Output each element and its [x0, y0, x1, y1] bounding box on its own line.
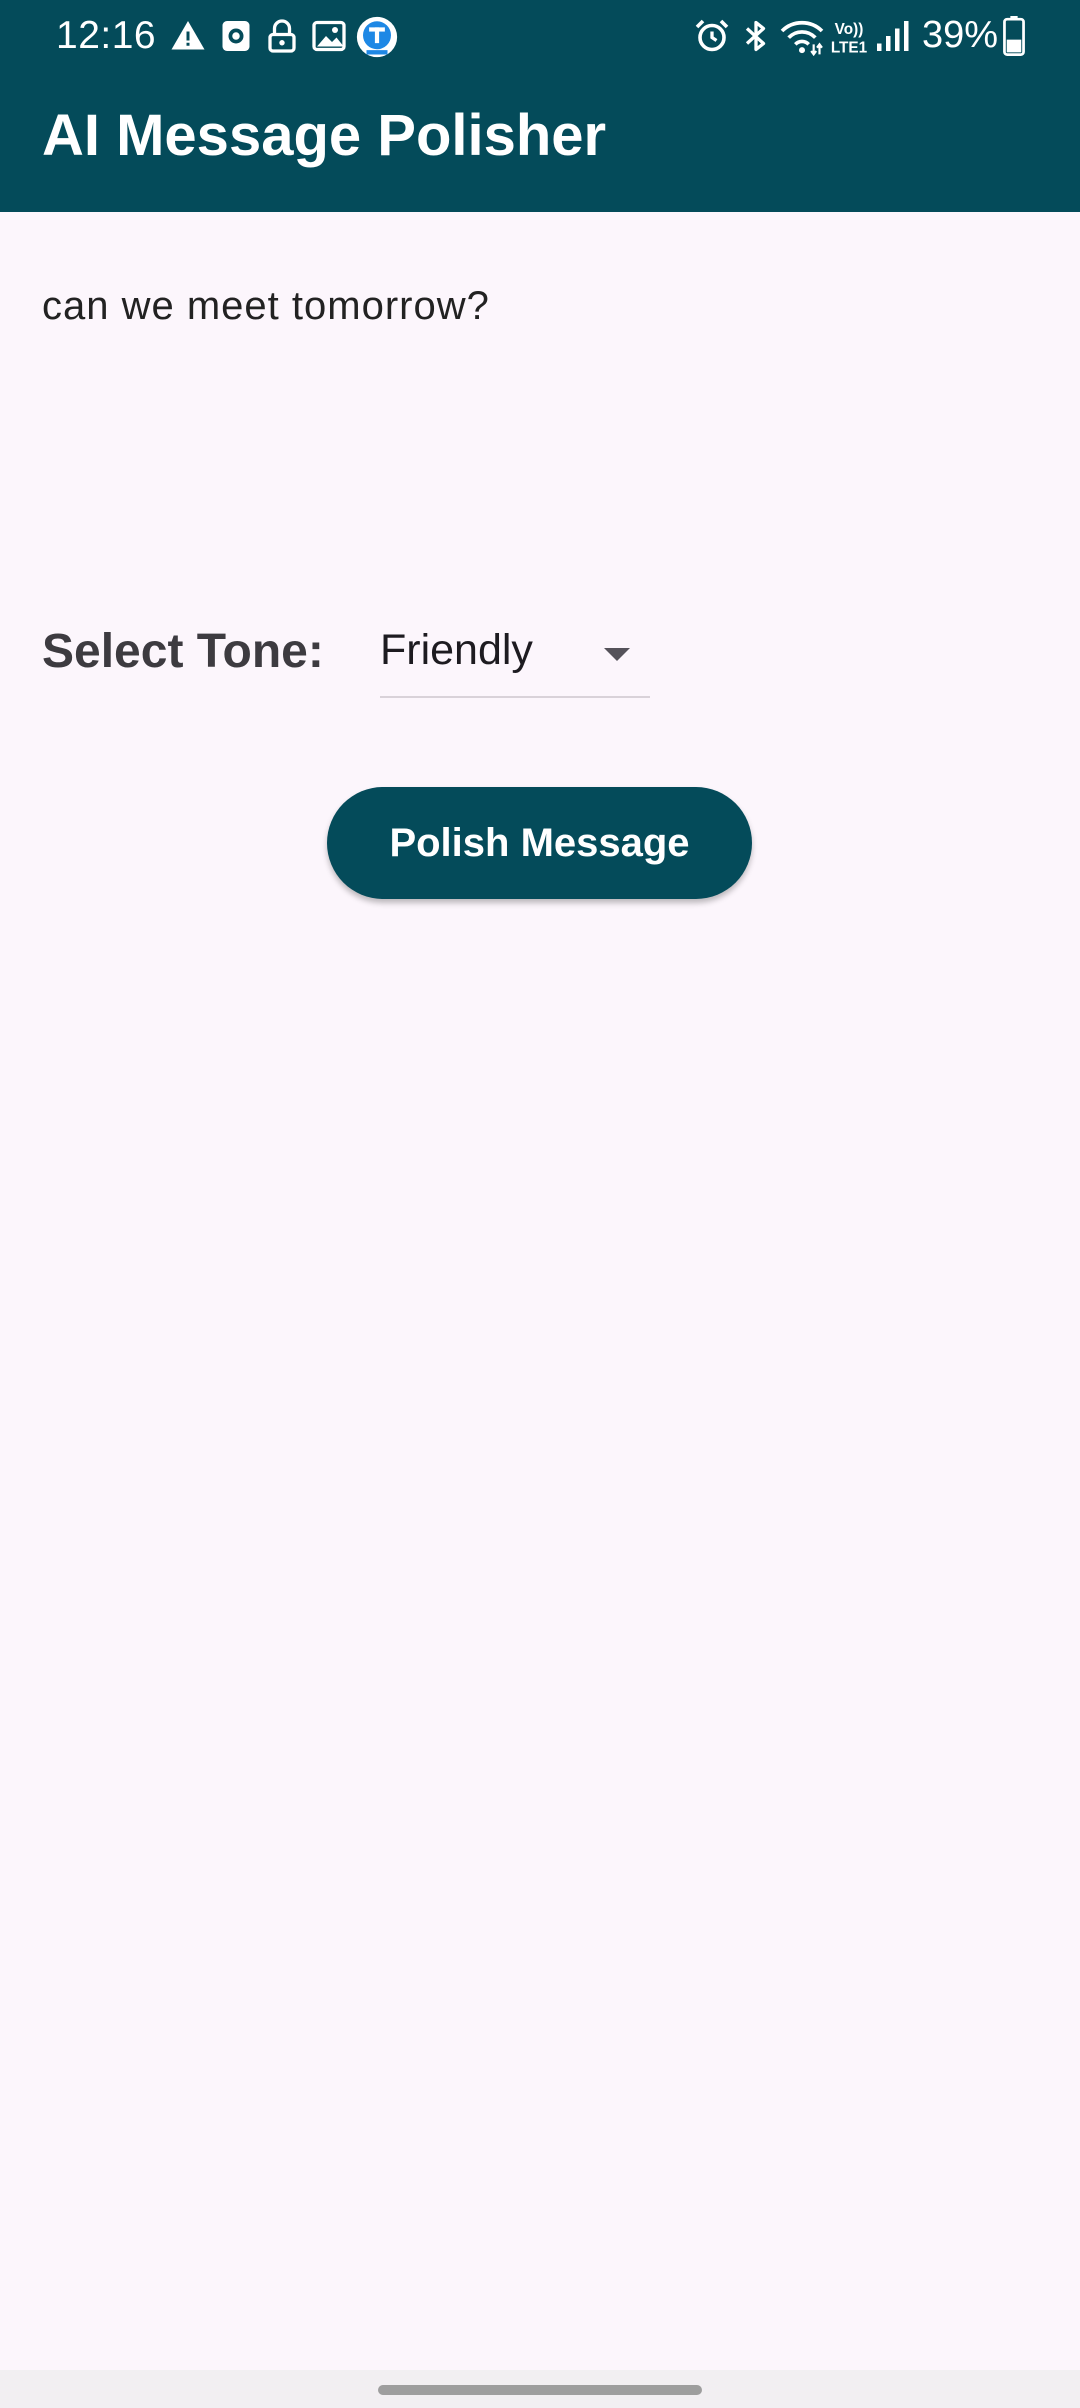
volte-icon: Vo)) LTE1	[831, 21, 868, 56]
svg-text:Vo)): Vo))	[835, 21, 864, 38]
app-title: AI Message Polisher	[42, 103, 607, 168]
home-gesture-handle[interactable]	[378, 2385, 702, 2395]
navigation-bar	[0, 2370, 1080, 2408]
svg-text:LTE1: LTE1	[831, 39, 868, 56]
lock-icon	[268, 19, 296, 53]
app-bar: 12:16 Vo)) LTE1 39% AI Message Polisher	[0, 0, 1080, 212]
bluetooth-icon	[745, 20, 766, 52]
tone-selected-value: Friendly	[380, 626, 533, 674]
gallery-icon	[312, 20, 346, 52]
status-bar: 12:16 Vo)) LTE1 39%	[0, 0, 1080, 76]
battery-icon	[1003, 16, 1025, 56]
tone-label: Select Tone:	[42, 625, 324, 678]
screen-record-icon	[222, 21, 250, 51]
message-input[interactable]: can we meet tomorrow?	[42, 284, 1042, 544]
signal-icon	[877, 21, 909, 51]
dropdown-arrow-icon	[604, 648, 630, 661]
alarm-icon	[695, 19, 729, 52]
wifi-icon	[780, 20, 824, 56]
battery-percentage: 39%	[922, 14, 999, 56]
tone-dropdown[interactable]: Friendly	[380, 614, 650, 698]
status-time: 12:16	[56, 14, 157, 57]
app-notification-icon	[356, 16, 398, 58]
polish-message-button[interactable]: Polish Message	[327, 787, 752, 899]
warning-icon	[171, 21, 205, 50]
